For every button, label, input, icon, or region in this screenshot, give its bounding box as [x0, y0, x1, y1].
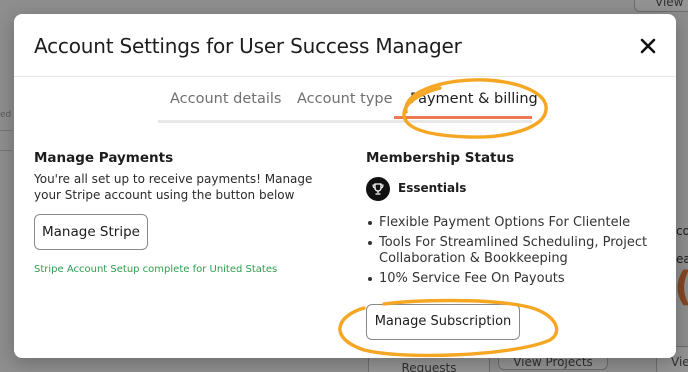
feature-text: Tools For Streamlined Scheduling, Projec…: [379, 235, 648, 266]
manage-payments-heading: Manage Payments: [34, 150, 174, 166]
list-item: Flexible Payment Options For Clientele: [366, 215, 666, 231]
settings-tabs: Account details Account type Payment & b…: [158, 88, 538, 123]
tab-payment-billing[interactable]: Payment & billing: [410, 91, 538, 107]
manage-stripe-button[interactable]: Manage Stripe: [34, 214, 148, 250]
plan-name: Essentials: [398, 181, 467, 195]
modal-title: Account Settings for User Success Manage…: [34, 34, 462, 58]
modal-header: Account Settings for User Success Manage…: [14, 14, 676, 77]
bullet-icon: [368, 221, 372, 225]
stripe-status-text: Stripe Account Setup complete for United…: [34, 264, 278, 275]
feature-text: 10% Service Fee On Payouts: [379, 271, 565, 286]
feature-text: Flexible Payment Options For Clientele: [379, 215, 631, 230]
plan-badge: [366, 177, 390, 201]
manage-subscription-button[interactable]: Manage Subscription: [366, 304, 520, 340]
list-item: Tools For Streamlined Scheduling, Projec…: [366, 235, 666, 267]
plan-feature-list: Flexible Payment Options For Clientele T…: [366, 215, 666, 291]
trophy-icon: [372, 183, 384, 195]
membership-status-heading: Membership Status: [366, 150, 515, 166]
tab-account-type[interactable]: Account type: [297, 91, 393, 107]
list-item: 10% Service Fee On Payouts: [366, 271, 666, 287]
payments-description: You're all set up to receive payments! M…: [34, 172, 313, 202]
close-icon: [640, 38, 656, 54]
tab-account-details[interactable]: Account details: [170, 91, 281, 107]
close-button[interactable]: [636, 34, 660, 58]
bullet-icon: [368, 277, 372, 281]
bullet-icon: [368, 241, 372, 245]
account-settings-modal: Account Settings for User Success Manage…: [14, 14, 676, 358]
active-tab-indicator: [394, 116, 532, 119]
